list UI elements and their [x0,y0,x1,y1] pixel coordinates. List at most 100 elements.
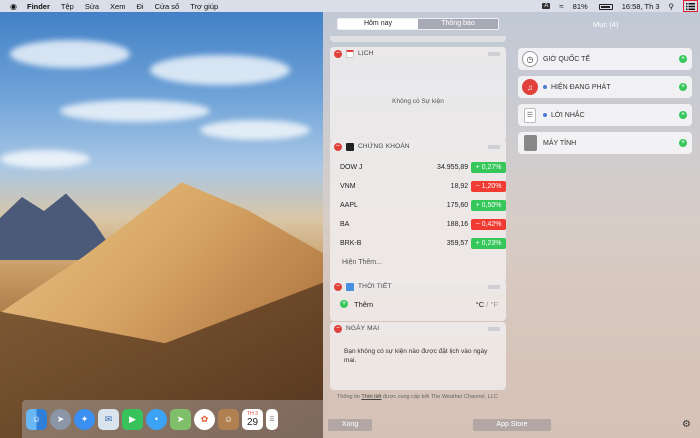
add-item-icon[interactable]: + [679,139,687,147]
drag-handle-icon[interactable] [488,284,500,289]
stocks-icon [346,142,354,151]
calendar-icon [346,49,354,58]
calendar-app-icon[interactable]: TH 3 29 [242,408,263,430]
stock-change[interactable]: + 0,23% [471,238,506,249]
stock-symbol: VNM [340,183,356,190]
tomorrow-title: NGÀY MAI [346,325,380,332]
add-item-icon[interactable]: + [679,83,687,91]
drag-handle-icon[interactable] [488,51,500,56]
weather-icon [346,282,354,291]
dock: ☺ ➤ ✦ ✉ ▶ • ➤ ✿ ☺ TH 3 29 ☰ [22,400,323,438]
weather-widget: − THỜI TIẾT + Thêm °C / °F [330,280,506,321]
nc-segmented-control: Hôm nay Thông báo [337,18,499,30]
battery-percent: 81% [572,1,588,11]
photos-icon[interactable]: ✿ [194,408,215,430]
done-button[interactable]: Xong [328,419,372,431]
stock-price: 175,60 [446,202,469,209]
stock-symbol: BA [340,221,350,228]
finder-icon[interactable]: ☺ [26,408,47,430]
stock-row[interactable]: VNM 18,92 − 1,20% [330,177,506,196]
add-item-icon[interactable]: + [679,55,687,63]
add-item-icon[interactable]: + [679,111,687,119]
tab-notifications[interactable]: Thông báo [418,19,498,29]
notification-center-icon[interactable] [683,0,698,12]
stock-symbol: DOW J [340,164,363,171]
stock-change[interactable]: + 0,50% [471,200,506,211]
credit-weather-link[interactable]: Thời tiết [361,394,381,400]
calendar-title: LỊCH [358,50,374,57]
remove-tomorrow-icon[interactable]: − [334,324,342,333]
reminders-icon: ☰ [524,107,536,123]
calendar-widget: − LỊCH Không có Sự kiện [330,47,506,142]
menu-edit[interactable]: Sửa [85,2,99,11]
stock-price: 359,57 [446,240,469,247]
stock-row[interactable]: AAPL 175,60 + 0,50% [330,196,506,215]
reminders-app-icon[interactable]: ☰ [266,408,278,430]
tab-today[interactable]: Hôm nay [338,19,418,29]
weather-title: THỜI TIẾT [358,283,392,290]
now-playing-icon: ♫ [522,79,538,95]
safari-icon[interactable]: ✦ [74,408,95,430]
weather-add-row[interactable]: + Thêm °C / °F [330,293,506,315]
weather-add-label[interactable]: Thêm [354,300,373,309]
mail-icon[interactable]: ✉ [98,408,119,430]
stock-symbol: BRK-B [340,240,362,247]
notification-center-panel: Hôm nay Thông báo − LỊCH Không có Sự kiệ… [323,12,700,438]
menu-help[interactable]: Trợ giúp [190,2,218,11]
menu-window[interactable]: Cửa sổ [155,2,180,11]
contacts-icon[interactable]: ☺ [218,408,239,430]
stock-price: 34.955,89 [437,164,469,171]
drag-handle-icon[interactable] [488,326,500,331]
menu-go[interactable]: Đi [136,2,143,11]
menu-view[interactable]: Xem [110,2,125,11]
stock-price: 188,16 [446,221,469,228]
wifi-icon[interactable]: ≈ [559,2,563,11]
clock[interactable]: 16:58, Th 3 [622,2,660,11]
temperature-unit-toggle[interactable]: °C / °F [476,300,498,309]
unit-fahrenheit[interactable]: °F [490,300,498,309]
input-source-icon[interactable]: A [542,3,551,9]
apple-menu-icon[interactable]: ◉ [10,2,17,11]
dock-calendar-day: 29 [246,416,259,428]
credit-suffix: được cung cấp bởi The Weather Channel, L… [381,394,498,400]
spotlight-search-icon[interactable]: ⚲ [669,2,675,11]
battery-icon[interactable] [590,2,613,11]
item-world-clock[interactable]: ◷ GIỜ QUỐC TẾ + [518,48,692,70]
launchpad-icon[interactable]: ➤ [50,408,71,430]
remove-calendar-icon[interactable]: − [334,49,342,58]
widget-top-edge [330,36,506,42]
stock-change[interactable]: + 0,27% [471,162,506,173]
calculator-icon [524,135,537,151]
drag-handle-icon[interactable] [488,144,500,149]
stock-row[interactable]: BRK-B 359,57 + 0,23% [330,234,506,253]
add-location-icon[interactable]: + [340,300,348,308]
stock-row[interactable]: DOW J 34.955,89 + 0,27% [330,158,506,177]
messages-icon[interactable]: • [146,408,167,430]
app-store-button[interactable]: App Store [473,419,551,431]
stocks-header: − CHỨNG KHOÁN [330,140,506,153]
menu-file[interactable]: Tệp [61,2,74,11]
stock-change[interactable]: − 0,42% [471,219,506,230]
facetime-icon[interactable]: ▶ [122,408,143,430]
stock-change[interactable]: − 1,20% [471,181,506,192]
gear-icon[interactable]: ⚙ [682,419,691,430]
calendar-header: − LỊCH [330,47,506,60]
maps-icon[interactable]: ➤ [170,408,191,430]
tomorrow-widget: − NGÀY MAI Bạn không có sự kiện nào được… [330,322,506,390]
remove-weather-icon[interactable]: − [334,282,342,291]
item-now-playing[interactable]: ♫ HIỆN ĐANG PHÁT + [518,76,692,98]
calendar-empty-text: Không có Sự kiện [392,97,444,105]
item-label: MÁY TÍNH [543,139,577,147]
bullet-icon [543,113,547,117]
menu-finder[interactable]: Finder [27,2,50,11]
stocks-widget: − CHỨNG KHOÁN DOW J 34.955,89 + 0,27% VN… [330,140,506,283]
remove-stocks-icon[interactable]: − [334,142,342,151]
item-reminders[interactable]: ☰ LỜI NHẮC + [518,104,692,126]
item-calculator[interactable]: MÁY TÍNH + [518,132,692,154]
items-title: Mục (4) [593,20,619,29]
unit-celsius[interactable]: °C [476,300,484,309]
stocks-title: CHỨNG KHOÁN [358,143,410,150]
stocks-show-more-link[interactable]: Hiện Thêm... [330,253,506,272]
tomorrow-text: Bạn không có sự kiện nào được đặt lịch v… [344,348,488,364]
stock-row[interactable]: BA 188,16 − 0,42% [330,215,506,234]
